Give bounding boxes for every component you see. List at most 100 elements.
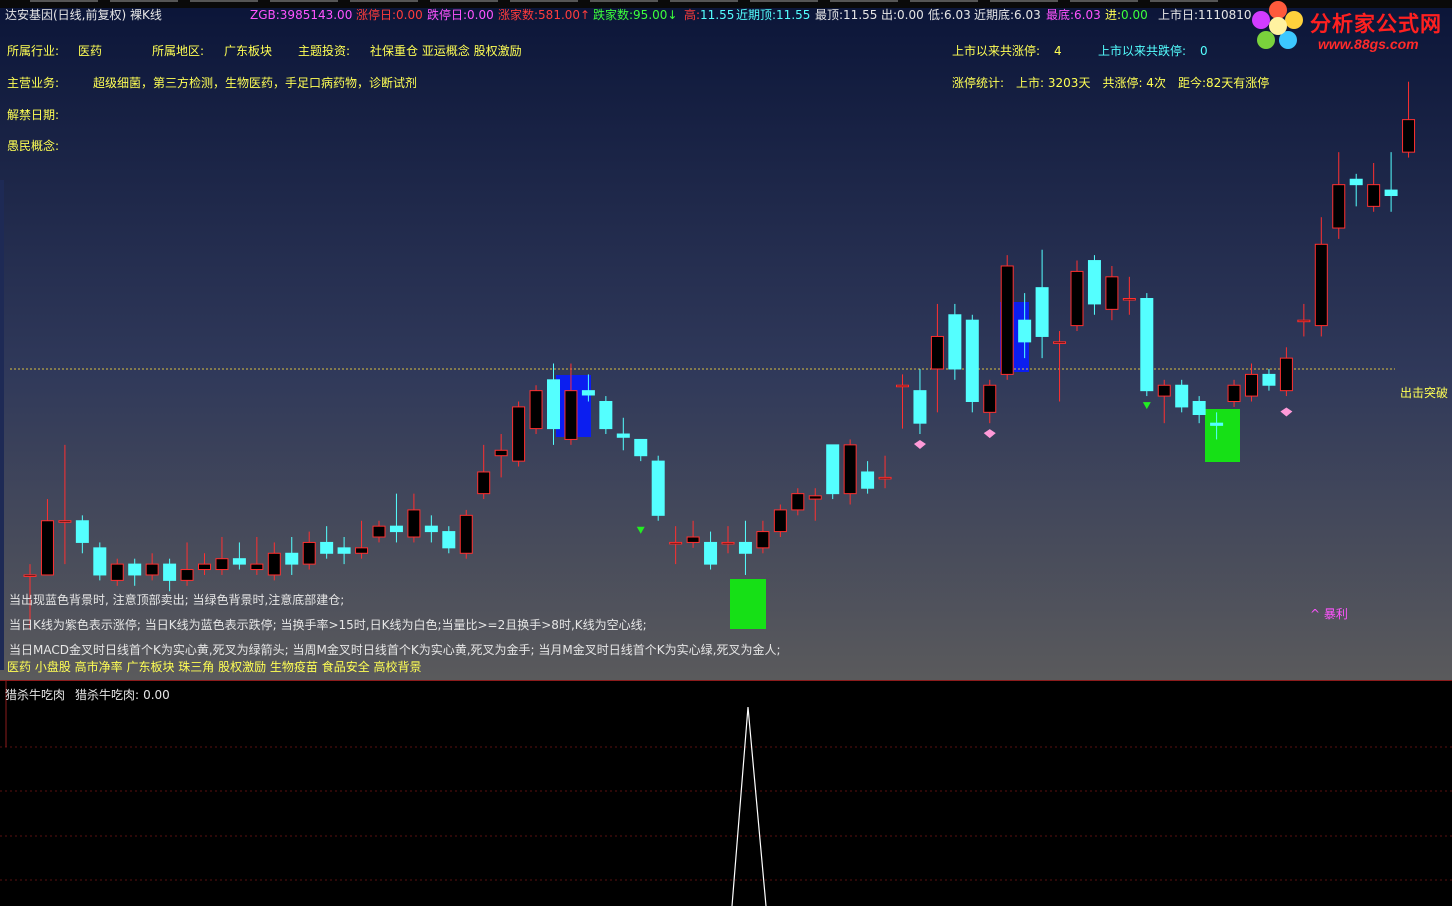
- theme-value: 社保重仓 亚运概念 股权激励: [370, 44, 522, 58]
- candle-body: [1053, 341, 1067, 344]
- candle: [599, 396, 613, 435]
- candle-body: [198, 563, 211, 571]
- candle-body: [1210, 422, 1224, 426]
- candle-body: [58, 520, 72, 523]
- toolbar-tab[interactable]: [830, 0, 898, 2]
- indicator-panel[interactable]: 猎杀牛吃肉 猎杀牛吃肉: 0.00: [0, 680, 1452, 906]
- top-value: 最顶:11.55: [815, 8, 878, 22]
- candle-body: [512, 406, 526, 462]
- candle-body: [1314, 243, 1328, 327]
- toolbar-tab[interactable]: [190, 0, 258, 2]
- flower-logo-icon: [1252, 1, 1303, 49]
- candle-body: [791, 493, 805, 511]
- candle-body: [407, 509, 421, 538]
- chart-title: 达安基因(日线,前复权) 裸K线: [5, 8, 162, 22]
- toolbar-tab[interactable]: [750, 0, 818, 2]
- candle-body: [686, 536, 700, 543]
- candle: [948, 303, 962, 380]
- candle-body: [1018, 319, 1032, 343]
- recent-top: 近期顶:11.55: [736, 8, 811, 22]
- indicator-title: 猎杀牛吃肉 猎杀牛吃肉: 0.00: [5, 688, 170, 702]
- candle-body: [861, 471, 875, 489]
- candle-body: [1349, 178, 1363, 186]
- fall-count: 跌家数:95.00↓: [593, 8, 678, 22]
- candle-body: [1070, 270, 1084, 327]
- candle-body: [180, 569, 194, 581]
- candle-body: [843, 444, 857, 495]
- breakout-label: 出击突破: [1400, 386, 1449, 400]
- candle-body: [529, 390, 543, 430]
- candle: [512, 401, 526, 467]
- profit-label: ^ 暴利: [1310, 607, 1348, 621]
- candle-body: [442, 531, 456, 549]
- candle-body: [250, 563, 264, 571]
- business-value: 超级细菌，第三方检测，生物医药，手足口病药物，诊断试剂: [93, 76, 418, 90]
- indicator-svg: [0, 681, 1452, 906]
- candle-body: [1140, 298, 1154, 392]
- toolbar-tab[interactable]: [670, 0, 738, 2]
- in-value: 进:0.00: [1105, 8, 1148, 22]
- candle: [529, 385, 543, 435]
- candle-body: [23, 574, 37, 577]
- kline-svg[interactable]: [0, 0, 1452, 680]
- note-line-2: 当日K线为紫色表示涨停; 当日K线为蓝色表示跌停; 当换手率>15时,日K线为白…: [9, 618, 647, 632]
- candle-body: [965, 319, 979, 402]
- candle-body: [355, 547, 369, 554]
- toolbar-tab[interactable]: [110, 0, 178, 2]
- toolbar-tab[interactable]: [430, 0, 498, 2]
- candle-body: [145, 563, 159, 576]
- toolbar-tab[interactable]: [1150, 0, 1218, 2]
- toolbar-tab[interactable]: [350, 0, 418, 2]
- candle-body: [948, 314, 962, 370]
- candle-body: [547, 379, 560, 430]
- toolbar-tab[interactable]: [1070, 0, 1138, 2]
- toolbar-tab[interactable]: [590, 0, 658, 2]
- concept-label: 愚民概念:: [7, 139, 60, 153]
- candle-body: [1035, 287, 1049, 337]
- logo-url: www.88gs.com: [1318, 36, 1419, 52]
- candle-body: [424, 525, 438, 533]
- candle-body: [616, 433, 630, 438]
- candle-body: [320, 541, 334, 554]
- dt-day: 跌停日:0.00: [427, 8, 494, 22]
- candle-body: [634, 438, 648, 457]
- zgb-label: ZGB:3985143.00: [250, 8, 353, 22]
- green-bottom-zone: [1205, 409, 1240, 462]
- candle-body: [215, 558, 229, 571]
- toolbar-tab[interactable]: [270, 0, 338, 2]
- candle-body: [1157, 384, 1171, 397]
- candle-body: [704, 541, 718, 565]
- region-label: 所属地区:: [152, 44, 205, 58]
- candle: [1070, 260, 1084, 332]
- note-line-3: 当日MACD金叉时日线首个K为实心黄,死叉为绿箭头; 当周M金叉时日线首个K为实…: [9, 643, 781, 657]
- business-label: 主营业务:: [7, 76, 60, 90]
- note-line-1: 当出现蓝色背景时, 注意顶部卖出; 当绿色背景时,注意底部建仓;: [9, 593, 345, 607]
- zt-total: 上市以来共涨停: 4: [952, 44, 1062, 58]
- candle-body: [389, 525, 403, 533]
- left-scroll-edge[interactable]: [0, 180, 4, 670]
- candle-body: [599, 400, 613, 430]
- kline-chart[interactable]: 达安基因(日线,前复权) 裸K线 ZGB:3985143.00 涨停日:0.00…: [0, 0, 1452, 680]
- candle-body: [1279, 357, 1293, 392]
- industry-value: 医药: [78, 44, 103, 58]
- candle-body: [1175, 384, 1189, 408]
- toolbar-tab[interactable]: [510, 0, 578, 2]
- candle-body: [581, 390, 595, 396]
- candle-body: [110, 563, 124, 581]
- theme-label: 主题投资:: [298, 44, 351, 58]
- toolbar-tab[interactable]: [990, 0, 1058, 2]
- candle: [965, 314, 979, 413]
- candle: [93, 542, 107, 581]
- candle-body: [1000, 265, 1014, 375]
- zt-day: 涨停日:0.00: [356, 8, 423, 22]
- site-logo[interactable]: 分析家公式网 www.88gs.com: [1252, 0, 1452, 60]
- low-value: 低:6.03: [928, 8, 971, 22]
- candle-body: [983, 384, 997, 413]
- candle-body: [93, 547, 107, 576]
- concept-tags: 医药 小盘股 高市净率 广东板块 珠三角 股权激励 生物疫苗 食品安全 高校背景: [7, 660, 422, 674]
- chart-background: [0, 0, 1452, 680]
- candle-body: [1227, 384, 1241, 402]
- toolbar-tab[interactable]: [30, 0, 98, 2]
- candle-body: [40, 520, 54, 576]
- toolbar-tab[interactable]: [910, 0, 978, 2]
